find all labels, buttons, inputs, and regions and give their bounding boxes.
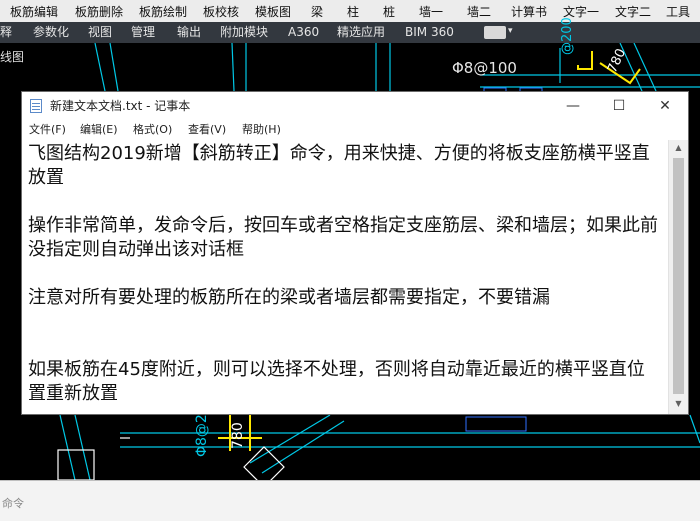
close-button[interactable]: ✕: [642, 92, 688, 120]
text-paragraph: 操作非常简单，发命令后，按回车或者空格指定支座筋层、梁和墙层；如果此前没指定则自…: [28, 215, 658, 260]
text-paragraph: 飞图结构2019新增【斜筋转正】命令，用来快捷、方便的将板支座筋横平竖直放置: [28, 143, 650, 188]
chevron-down-icon[interactable]: ▾: [508, 26, 513, 36]
cad-menu-bar: 板筋编辑 板筋删除 板筋绘制 板校核 模板图 梁 柱 桩 墙一 墙二 计算书 文…: [0, 0, 700, 23]
cad-menu-item[interactable]: 工具: [666, 0, 690, 22]
ribbon-tab-bar: 释 参数化 视图 管理 输出 附加模块 A360 精选应用 BIM 360 ▾: [0, 22, 700, 43]
text-paragraph: 注意对所有要处理的板筋所在的梁或者墙层都需要指定，不要错漏: [28, 287, 550, 308]
menu-view[interactable]: 查看(V): [188, 120, 226, 140]
ribbon-tab[interactable]: BIM 360: [405, 22, 454, 43]
cad-menu-item[interactable]: 板校核: [203, 0, 239, 22]
cad-menu-item[interactable]: 板筋绘制: [139, 0, 187, 22]
cad-menu-item[interactable]: 墙一: [419, 0, 443, 22]
command-line[interactable]: 命令: [0, 480, 700, 521]
ribbon-tab[interactable]: 输出: [177, 22, 201, 43]
cad-menu-item[interactable]: 模板图: [255, 0, 291, 22]
menu-edit[interactable]: 编辑(E): [80, 120, 118, 140]
ribbon-tab[interactable]: 附加模块: [220, 22, 268, 43]
scroll-down-icon[interactable]: ▼: [669, 396, 688, 412]
cad-menu-item[interactable]: 柱: [347, 0, 359, 22]
ribbon-tab[interactable]: 释: [0, 22, 12, 43]
rebar-label: @200: [560, 17, 575, 55]
ribbon-tab[interactable]: 视图: [88, 22, 112, 43]
cad-menu-item[interactable]: 文字二: [615, 0, 651, 22]
notepad-window: 新建文本文档.txt - 记事本 — ☐ ✕ 文件(F) 编辑(E) 格式(O)…: [21, 91, 689, 415]
viewport-label: 线图: [0, 50, 25, 64]
cad-menu-item[interactable]: 计算书: [511, 0, 547, 22]
notepad-menu-bar: 文件(F) 编辑(E) 格式(O) 查看(V) 帮助(H): [22, 120, 688, 140]
ribbon-options-button[interactable]: [484, 26, 506, 39]
cad-menu-item[interactable]: 板筋编辑: [10, 0, 58, 22]
ribbon-tab[interactable]: 参数化: [33, 22, 69, 43]
rebar-label: Φ8@100: [452, 59, 517, 77]
maximize-button[interactable]: ☐: [596, 92, 642, 120]
command-prompt: 命令: [2, 497, 24, 510]
scrollbar-thumb[interactable]: [673, 158, 684, 394]
dimension-label: 780: [230, 422, 246, 449]
menu-format[interactable]: 格式(O): [133, 120, 172, 140]
text-paragraph: 如果板筋在45度附近，则可以选择不处理，否则将自动靠近最近的横平竖直位置重新放置: [28, 359, 645, 404]
cad-menu-item[interactable]: 桩: [383, 0, 395, 22]
vertical-scrollbar[interactable]: ▲ ▼: [668, 140, 688, 414]
menu-help[interactable]: 帮助(H): [242, 120, 281, 140]
notepad-title: 新建文本文档.txt - 记事本: [50, 99, 191, 113]
text-editor[interactable]: 飞图结构2019新增【斜筋转正】命令，用来快捷、方便的将板支座筋横平竖直放置 操…: [22, 140, 668, 414]
minimize-button[interactable]: —: [550, 92, 596, 120]
notepad-title-bar[interactable]: 新建文本文档.txt - 记事本 — ☐ ✕: [22, 92, 688, 120]
scroll-up-icon[interactable]: ▲: [669, 140, 688, 156]
rebar-label: Φ8@2: [194, 414, 210, 457]
ribbon-tab[interactable]: A360: [288, 22, 319, 43]
cad-menu-item[interactable]: 梁: [311, 0, 323, 22]
cad-menu-item[interactable]: 板筋删除: [75, 0, 123, 22]
ribbon-tab[interactable]: 精选应用: [337, 22, 385, 43]
ribbon-tab[interactable]: 管理: [131, 22, 155, 43]
notepad-icon: [30, 99, 42, 113]
cad-menu-item[interactable]: 墙二: [467, 0, 491, 22]
menu-file[interactable]: 文件(F): [29, 120, 66, 140]
